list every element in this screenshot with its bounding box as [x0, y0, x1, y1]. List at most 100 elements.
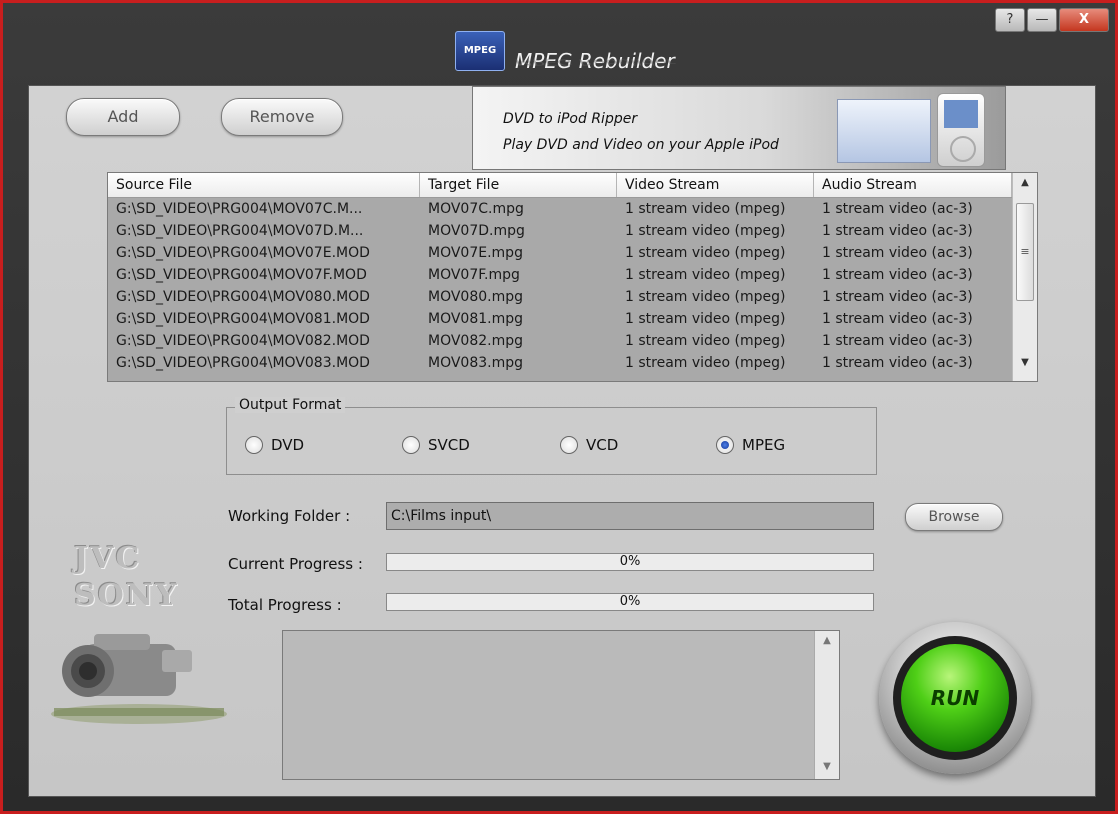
- target-file-cell: MOV07E.mpg: [428, 245, 523, 261]
- source-file-cell: G:\SD_VIDEO\PRG004\MOV083.MOD: [116, 355, 370, 371]
- table-row[interactable]: G:\SD_VIDEO\PRG004\MOV07C.M... MOV07C.mp…: [108, 198, 1012, 220]
- window-title-reflection: MPEG Rebuilder: [515, 57, 675, 67]
- source-file-cell: G:\SD_VIDEO\PRG004\MOV082.MOD: [116, 333, 370, 349]
- ipod-icon: [937, 93, 985, 167]
- radio-mpeg-button[interactable]: [716, 436, 734, 454]
- close-button[interactable]: X: [1059, 8, 1109, 32]
- radio-option-dvd[interactable]: DVD: [245, 436, 304, 454]
- source-file-cell: G:\SD_VIDEO\PRG004\MOV07C.M...: [116, 201, 363, 217]
- current-progress-bar: 0%: [386, 553, 874, 571]
- current-progress-label: Current Progress :: [228, 555, 363, 573]
- column-header-video-stream[interactable]: Video Stream: [617, 173, 814, 197]
- minimize-button[interactable]: —: [1027, 8, 1057, 32]
- audio-stream-cell: 1 stream video (ac-3): [822, 289, 973, 305]
- table-row[interactable]: G:\SD_VIDEO\PRG004\MOV082.MOD MOV082.mpg…: [108, 330, 1012, 352]
- table-row[interactable]: G:\SD_VIDEO\PRG004\MOV081.MOD MOV081.mpg…: [108, 308, 1012, 330]
- radio-vcd-button[interactable]: [560, 436, 578, 454]
- ipod-screen: [944, 100, 978, 128]
- current-progress-text: 0%: [619, 554, 641, 569]
- title-bar: MPEG MPEG Rebuilder MPEG Rebuilder ? — X: [3, 3, 1115, 83]
- total-progress-bar: 0%: [386, 593, 874, 611]
- log-scroll-down-icon[interactable]: ▼: [815, 761, 839, 772]
- table-scrollbar[interactable]: ▲ ≡ ▼: [1012, 173, 1037, 381]
- banner-line-1: DVD to iPod Ripper: [503, 111, 638, 127]
- radio-dvd-button[interactable]: [245, 436, 263, 454]
- add-button[interactable]: Add: [66, 98, 180, 136]
- run-button-bezel: RUN: [879, 622, 1031, 774]
- table-row[interactable]: G:\SD_VIDEO\PRG004\MOV07F.MOD MOV07F.mpg…: [108, 264, 1012, 286]
- source-file-cell: G:\SD_VIDEO\PRG004\MOV081.MOD: [116, 311, 370, 327]
- audio-stream-cell: 1 stream video (ac-3): [822, 333, 973, 349]
- scroll-up-arrow-icon[interactable]: ▲: [1013, 173, 1037, 193]
- dvd-to-ipod-banner[interactable]: DVD to iPod Ripper Play DVD and Video on…: [472, 86, 1006, 170]
- output-format-group: Output Format DVD SVCD VCD MPEG: [226, 397, 877, 475]
- source-file-cell: G:\SD_VIDEO\PRG004\MOV07E.MOD: [116, 245, 370, 261]
- radio-dvd-label: DVD: [271, 436, 305, 454]
- help-button[interactable]: ?: [995, 8, 1025, 32]
- target-file-cell: MOV080.mpg: [428, 289, 524, 305]
- window-controls: ? — X: [995, 8, 1109, 32]
- ipod-wheel: [950, 136, 976, 162]
- column-header-source-file[interactable]: Source File: [108, 173, 420, 197]
- table-header: Source File Target File Video Stream Aud…: [108, 173, 1012, 198]
- target-file-cell: MOV082.mpg: [428, 333, 524, 349]
- video-stream-cell: 1 stream video (mpeg): [625, 355, 786, 371]
- scroll-thumb[interactable]: ≡: [1016, 203, 1034, 301]
- audio-stream-cell: 1 stream video (ac-3): [822, 245, 973, 261]
- target-file-cell: MOV07F.mpg: [428, 267, 520, 283]
- target-file-cell: MOV083.mpg: [428, 355, 524, 371]
- log-scroll-up-icon[interactable]: ▲: [815, 635, 839, 646]
- working-folder-label: Working Folder :: [228, 507, 351, 525]
- video-stream-cell: 1 stream video (mpeg): [625, 311, 786, 327]
- total-progress-text: 0%: [619, 594, 641, 609]
- column-header-target-file[interactable]: Target File: [420, 173, 617, 197]
- table-row[interactable]: G:\SD_VIDEO\PRG004\MOV07E.MOD MOV07E.mpg…: [108, 242, 1012, 264]
- run-button[interactable]: RUN: [901, 644, 1009, 752]
- radio-mpeg-label: MPEG: [742, 436, 786, 454]
- remove-button[interactable]: Remove: [221, 98, 343, 136]
- radio-svcd-label: SVCD: [428, 436, 470, 454]
- camcorder-icon: [51, 634, 227, 724]
- main-panel: Add Remove DVD to iPod Ripper Play DVD a…: [28, 85, 1096, 797]
- audio-stream-cell: 1 stream video (ac-3): [822, 223, 973, 239]
- video-stream-cell: 1 stream video (mpeg): [625, 289, 786, 305]
- banner-screenshot-image: [837, 99, 931, 163]
- file-list-table[interactable]: Source File Target File Video Stream Aud…: [107, 172, 1038, 382]
- browse-button[interactable]: Browse: [905, 503, 1003, 531]
- table-row[interactable]: G:\SD_VIDEO\PRG004\MOV07D.M... MOV07D.mp…: [108, 220, 1012, 242]
- source-file-cell: G:\SD_VIDEO\PRG004\MOV080.MOD: [116, 289, 370, 305]
- audio-stream-cell: 1 stream video (ac-3): [822, 267, 973, 283]
- total-progress-label: Total Progress :: [228, 596, 342, 614]
- brand-jvc-logo: JVC: [74, 541, 142, 576]
- radio-option-mpeg[interactable]: MPEG: [716, 436, 785, 454]
- audio-stream-cell: 1 stream video (ac-3): [822, 201, 973, 217]
- radio-vcd-label: VCD: [586, 436, 619, 454]
- mpeg-logo-icon: MPEG: [455, 31, 505, 71]
- log-scrollbar[interactable]: ▲ ▼: [814, 631, 839, 779]
- radio-svcd-button[interactable]: [402, 436, 420, 454]
- source-file-cell: G:\SD_VIDEO\PRG004\MOV07F.MOD: [116, 267, 367, 283]
- table-body: G:\SD_VIDEO\PRG004\MOV07C.M... MOV07C.mp…: [108, 198, 1012, 374]
- output-format-legend: Output Format: [235, 397, 346, 413]
- audio-stream-cell: 1 stream video (ac-3): [822, 355, 973, 371]
- video-stream-cell: 1 stream video (mpeg): [625, 245, 786, 261]
- column-header-audio-stream[interactable]: Audio Stream: [814, 173, 1012, 197]
- working-folder-field[interactable]: C:\Films input\: [386, 502, 874, 530]
- banner-line-2: Play DVD and Video on your Apple iPod: [503, 137, 779, 153]
- brand-sony-logo: SONY: [74, 578, 179, 613]
- app-window: MPEG MPEG Rebuilder MPEG Rebuilder ? — X…: [0, 0, 1118, 814]
- log-output-box[interactable]: ▲ ▼: [282, 630, 840, 780]
- video-stream-cell: 1 stream video (mpeg): [625, 267, 786, 283]
- radio-option-vcd[interactable]: VCD: [560, 436, 618, 454]
- video-stream-cell: 1 stream video (mpeg): [625, 223, 786, 239]
- scroll-down-arrow-icon[interactable]: ▼: [1013, 353, 1037, 373]
- video-stream-cell: 1 stream video (mpeg): [625, 333, 786, 349]
- radio-option-svcd[interactable]: SVCD: [402, 436, 470, 454]
- target-file-cell: MOV07C.mpg: [428, 201, 524, 217]
- audio-stream-cell: 1 stream video (ac-3): [822, 311, 973, 327]
- table-row[interactable]: G:\SD_VIDEO\PRG004\MOV083.MOD MOV083.mpg…: [108, 352, 1012, 374]
- table-row[interactable]: G:\SD_VIDEO\PRG004\MOV080.MOD MOV080.mpg…: [108, 286, 1012, 308]
- target-file-cell: MOV07D.mpg: [428, 223, 525, 239]
- target-file-cell: MOV081.mpg: [428, 311, 524, 327]
- source-file-cell: G:\SD_VIDEO\PRG004\MOV07D.M...: [116, 223, 364, 239]
